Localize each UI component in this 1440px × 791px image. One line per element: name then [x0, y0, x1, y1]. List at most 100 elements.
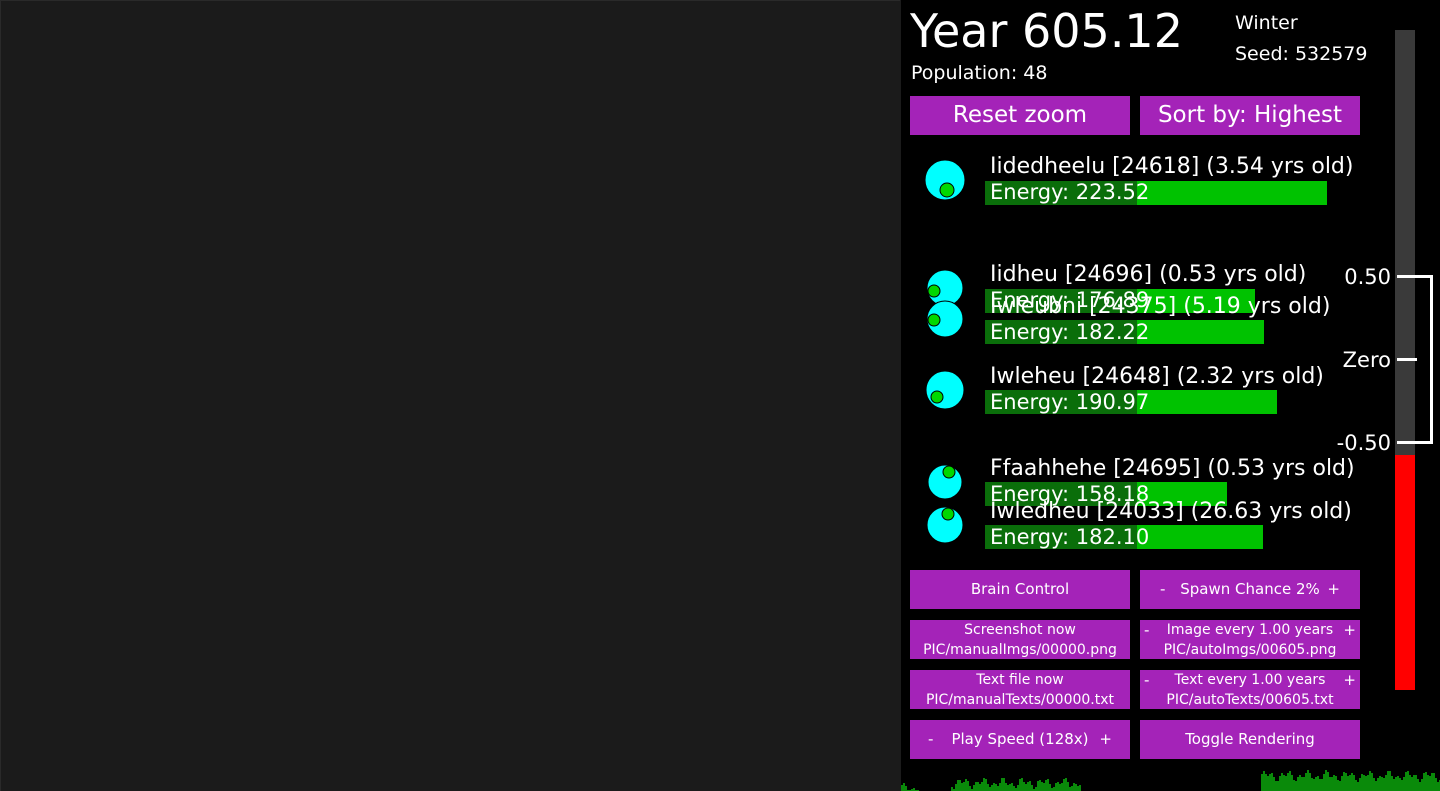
population-history-bar: [1279, 776, 1281, 791]
population-history-bar: [1373, 778, 1375, 791]
population-history-bar: [1397, 776, 1399, 791]
population-history-bar: [1027, 782, 1029, 791]
population-history-bar: [1419, 782, 1421, 791]
population-history-bar: [1357, 782, 1359, 791]
creature-name: Iwleheu [24648] (2.32 yrs old): [990, 364, 1324, 389]
population-history-bar: [1035, 787, 1037, 791]
population-history-bar: [1429, 776, 1431, 791]
population-history-bar: [1401, 780, 1403, 791]
population-history-bar: [1037, 781, 1039, 791]
text-file-path: PIC/manualTexts/00000.txt: [925, 692, 1115, 708]
seed-label: Seed: 532579: [1235, 43, 1368, 65]
spawn-chance-increase-button[interactable]: +: [1327, 570, 1340, 609]
population-history-bar: [1343, 772, 1345, 791]
population-history-bar: [1379, 776, 1381, 791]
text-interval-decrease-button[interactable]: -: [1144, 670, 1149, 690]
population-history-bar: [1061, 783, 1063, 791]
image-interval-label: Image every 1.00 years: [1166, 622, 1334, 638]
text-file-now-label: Text file now: [976, 672, 1064, 688]
population-history-bar: [981, 782, 983, 791]
population-history-bar: [1079, 785, 1081, 791]
text-file-now-button[interactable]: Text file now PIC/manualTexts/00000.txt: [910, 670, 1130, 709]
population-history-bar: [1371, 773, 1373, 791]
population-history-bar: [1393, 779, 1395, 791]
image-interval-decrease-button[interactable]: -: [1144, 620, 1149, 640]
creature-name: Iwleubni [24375] (5.19 yrs old): [990, 294, 1331, 319]
toggle-rendering-button[interactable]: Toggle Rendering: [1140, 720, 1360, 759]
population-history-bar: [1039, 780, 1041, 791]
population-history-bar: [969, 786, 971, 791]
population-history-bar: [1309, 773, 1311, 791]
population-history-bar: [1293, 780, 1295, 791]
image-interval-control: - Image every 1.00 years PIC/autoImgs/00…: [1140, 620, 1360, 659]
creature-name: Iidedheelu [24618] (3.54 yrs old): [990, 154, 1354, 179]
temperature-tick-low: [1397, 441, 1433, 444]
text-interval-increase-button[interactable]: +: [1343, 670, 1356, 690]
energy-bar: [1137, 525, 1264, 549]
population-history-bar: [1055, 783, 1057, 791]
population-history-bar: [1295, 781, 1297, 791]
population-history-bar: [1355, 780, 1357, 791]
population-history-bar: [1417, 779, 1419, 791]
population-history-bar: [905, 786, 907, 791]
population-history-bar: [1437, 782, 1439, 791]
population-history-bar: [1391, 776, 1393, 791]
sort-by-button[interactable]: Sort by: Highest Gen: [1140, 96, 1360, 135]
creature-avatar-icon: [926, 300, 964, 338]
population-history-bar: [1013, 786, 1015, 791]
population-history-bar: [973, 785, 975, 791]
population-history-bar: [963, 782, 965, 791]
population-history-bar: [1335, 776, 1337, 791]
brain-control-button[interactable]: Brain Control: [910, 570, 1130, 609]
population-history-graph: [901, 770, 1440, 791]
population-history-bar: [1407, 771, 1409, 791]
creature-name: Iwledheu [24033] (26.63 yrs old): [990, 499, 1352, 524]
spawn-chance-decrease-button[interactable]: -: [1160, 570, 1165, 609]
population-history-bar: [1381, 777, 1383, 791]
population-history-bar: [1043, 783, 1045, 791]
energy-label: Energy: 223.52: [990, 180, 1150, 204]
population-history-bar: [985, 779, 987, 791]
population-history-bar: [1347, 776, 1349, 791]
population-history-bar: [989, 787, 991, 791]
play-speed-decrease-button[interactable]: -: [928, 720, 933, 759]
energy-bar: [1137, 390, 1278, 414]
population-history-bar: [1425, 772, 1427, 791]
population-history-bar: [983, 778, 985, 791]
population-history-bar: [1059, 784, 1061, 791]
population-history-bar: [1311, 778, 1313, 791]
population-history-bar: [1353, 775, 1355, 791]
text-interval-path: PIC/autoTexts/00605.txt: [1166, 692, 1334, 708]
population-history-bar: [1331, 777, 1333, 791]
population-history-bar: [1409, 775, 1411, 791]
energy-label: Energy: 182.10: [990, 525, 1150, 549]
population-history-bar: [1413, 775, 1415, 791]
population-history-bar: [979, 784, 981, 791]
temperature-bracket: [1430, 275, 1433, 444]
play-speed-increase-button[interactable]: +: [1099, 720, 1112, 759]
text-interval-label: Text every 1.00 years: [1174, 672, 1326, 688]
energy-label: Energy: 182.22: [990, 320, 1150, 344]
population-history-bar: [1315, 777, 1317, 791]
population-history-bar: [1399, 778, 1401, 791]
population-history-bar: [1291, 775, 1293, 791]
text-interval-control: - Text every 1.00 years PIC/autoTexts/00…: [1140, 670, 1360, 709]
world-view[interactable]: [0, 0, 900, 791]
image-interval-increase-button[interactable]: +: [1343, 620, 1356, 640]
temperature-tick-zero: [1397, 358, 1417, 361]
reset-zoom-button[interactable]: Reset zoom: [910, 96, 1130, 135]
population-history-bar: [1313, 779, 1315, 791]
population-history-bar: [1427, 775, 1429, 791]
population-history-bar: [1277, 781, 1279, 791]
screenshot-now-button[interactable]: Screenshot now PIC/manualImgs/00000.png: [910, 620, 1130, 659]
population-history-bar: [1317, 776, 1319, 791]
population-history-bar: [1297, 777, 1299, 791]
population-history-bar: [1377, 778, 1379, 791]
population-history-bar: [1029, 781, 1031, 791]
population-history-bar: [1307, 770, 1309, 791]
population-history-bar: [1067, 782, 1069, 791]
population-history-bar: [1387, 771, 1389, 791]
population-history-bar: [1403, 777, 1405, 791]
population-history-bar: [1423, 773, 1425, 791]
population-history-bar: [1421, 779, 1423, 791]
